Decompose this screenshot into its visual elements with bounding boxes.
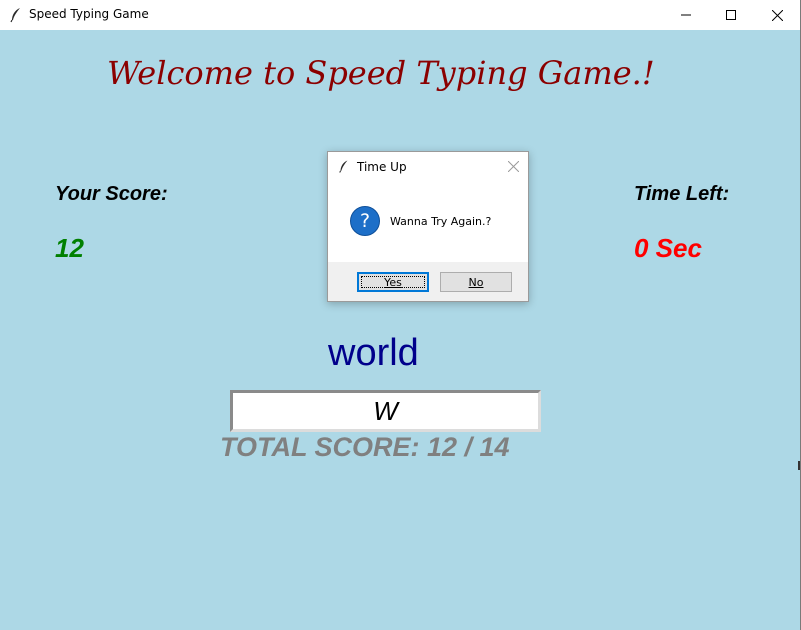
no-button[interactable]: No <box>440 272 512 292</box>
app-window: Speed Typing Game Welcome to Speed Typin… <box>0 0 801 630</box>
time-left-value: 0 Sec <box>634 233 702 263</box>
dialog-body: ? Wanna Try Again.? <box>328 182 528 262</box>
dialog-title: Time Up <box>357 160 407 174</box>
dialog-footer: Yes No <box>328 262 528 301</box>
dialog-title-bar[interactable]: Time Up <box>328 152 528 182</box>
total-score: TOTAL SCORE: 12 / 14 <box>220 432 510 462</box>
focus-ring <box>361 276 425 288</box>
maximize-button[interactable] <box>708 0 754 30</box>
maximize-icon <box>726 10 736 20</box>
close-icon <box>507 160 519 172</box>
game-area: Welcome to Speed Typing Game.! Your Scor… <box>0 30 800 630</box>
close-icon <box>771 9 783 21</box>
minimize-button[interactable] <box>663 0 709 30</box>
typing-entry-frame <box>230 390 541 432</box>
score-value: 12 <box>55 233 84 263</box>
dialog-close-button[interactable] <box>506 159 520 173</box>
welcome-heading: Welcome to Speed Typing Game.! <box>107 54 655 92</box>
feather-icon <box>10 8 20 23</box>
time-up-dialog: Time Up ? Wanna Try Again.? Yes No <box>327 151 529 302</box>
close-button[interactable] <box>754 0 800 30</box>
dialog-message: Wanna Try Again.? <box>390 215 492 228</box>
score-label: Your Score: <box>55 183 168 205</box>
window-edge-marker <box>798 461 800 470</box>
question-icon: ? <box>350 206 380 236</box>
window-title: Speed Typing Game <box>29 7 149 21</box>
feather-icon <box>339 160 348 173</box>
target-word: world <box>328 332 419 374</box>
minimize-icon <box>681 14 691 16</box>
yes-button[interactable]: Yes <box>357 272 429 292</box>
typing-input[interactable] <box>233 393 538 429</box>
time-left-label: Time Left: <box>634 183 730 205</box>
title-bar[interactable]: Speed Typing Game <box>0 0 800 30</box>
no-button-label: No <box>468 275 484 289</box>
